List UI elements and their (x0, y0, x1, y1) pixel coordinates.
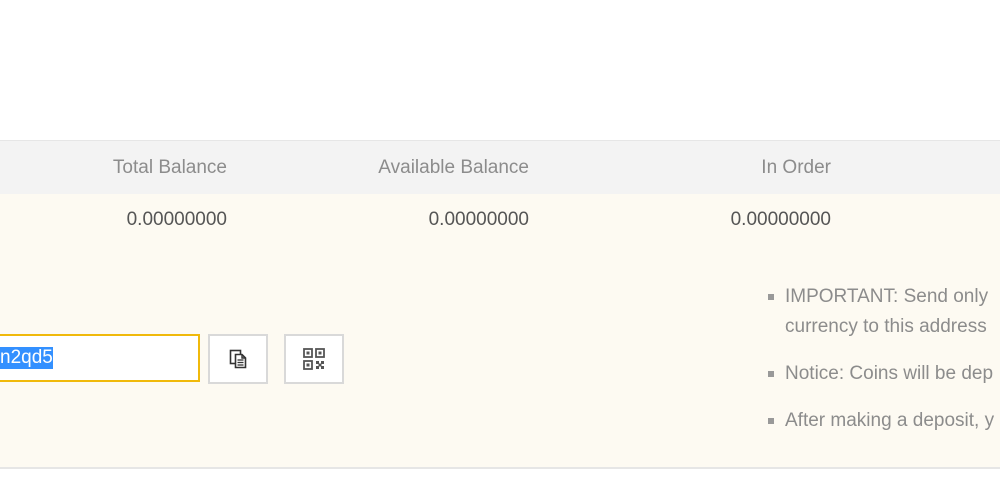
copy-document-icon (229, 349, 247, 369)
balance-table-header: Total Balance Available Balance In Order (0, 140, 1000, 194)
note-text: After making a deposit, y (785, 410, 995, 431)
note-text: Notice: Coins will be dep (785, 363, 994, 384)
header-in-order[interactable]: In Order (761, 141, 831, 195)
note-after-deposit: After making a deposit, y (768, 406, 1000, 436)
balance-page: Total Balance Available Balance In Order… (0, 0, 1000, 486)
deposit-address-text[interactable]: n2qd5 (0, 347, 53, 369)
header-total-balance[interactable]: Total Balance (113, 141, 227, 195)
in-order-value: 0.00000000 (730, 209, 831, 230)
deposit-panel: n2qd5 IMPORTANT: Send only currency to t… (0, 246, 1000, 469)
available-balance-value: 0.00000000 (428, 209, 529, 230)
table-row[interactable]: 0.00000000 0.00000000 0.00000000 (0, 194, 1000, 246)
header-available-balance[interactable]: Available Balance (378, 141, 529, 195)
bullet-icon (768, 418, 774, 424)
deposit-notes: IMPORTANT: Send only currency to this ad… (768, 282, 1000, 453)
bullet-icon (768, 371, 774, 377)
note-text: currency to this address (785, 316, 987, 337)
show-qr-button[interactable] (284, 334, 344, 384)
bullet-icon (768, 294, 774, 300)
total-balance-value: 0.00000000 (126, 209, 227, 230)
note-text: IMPORTANT: Send only (785, 286, 989, 307)
deposit-address-field[interactable]: n2qd5 (0, 334, 200, 382)
note-important: IMPORTANT: Send only currency to this ad… (768, 282, 1000, 342)
note-notice: Notice: Coins will be dep (768, 359, 1000, 389)
qr-code-icon (303, 348, 325, 370)
copy-address-button[interactable] (208, 334, 268, 384)
